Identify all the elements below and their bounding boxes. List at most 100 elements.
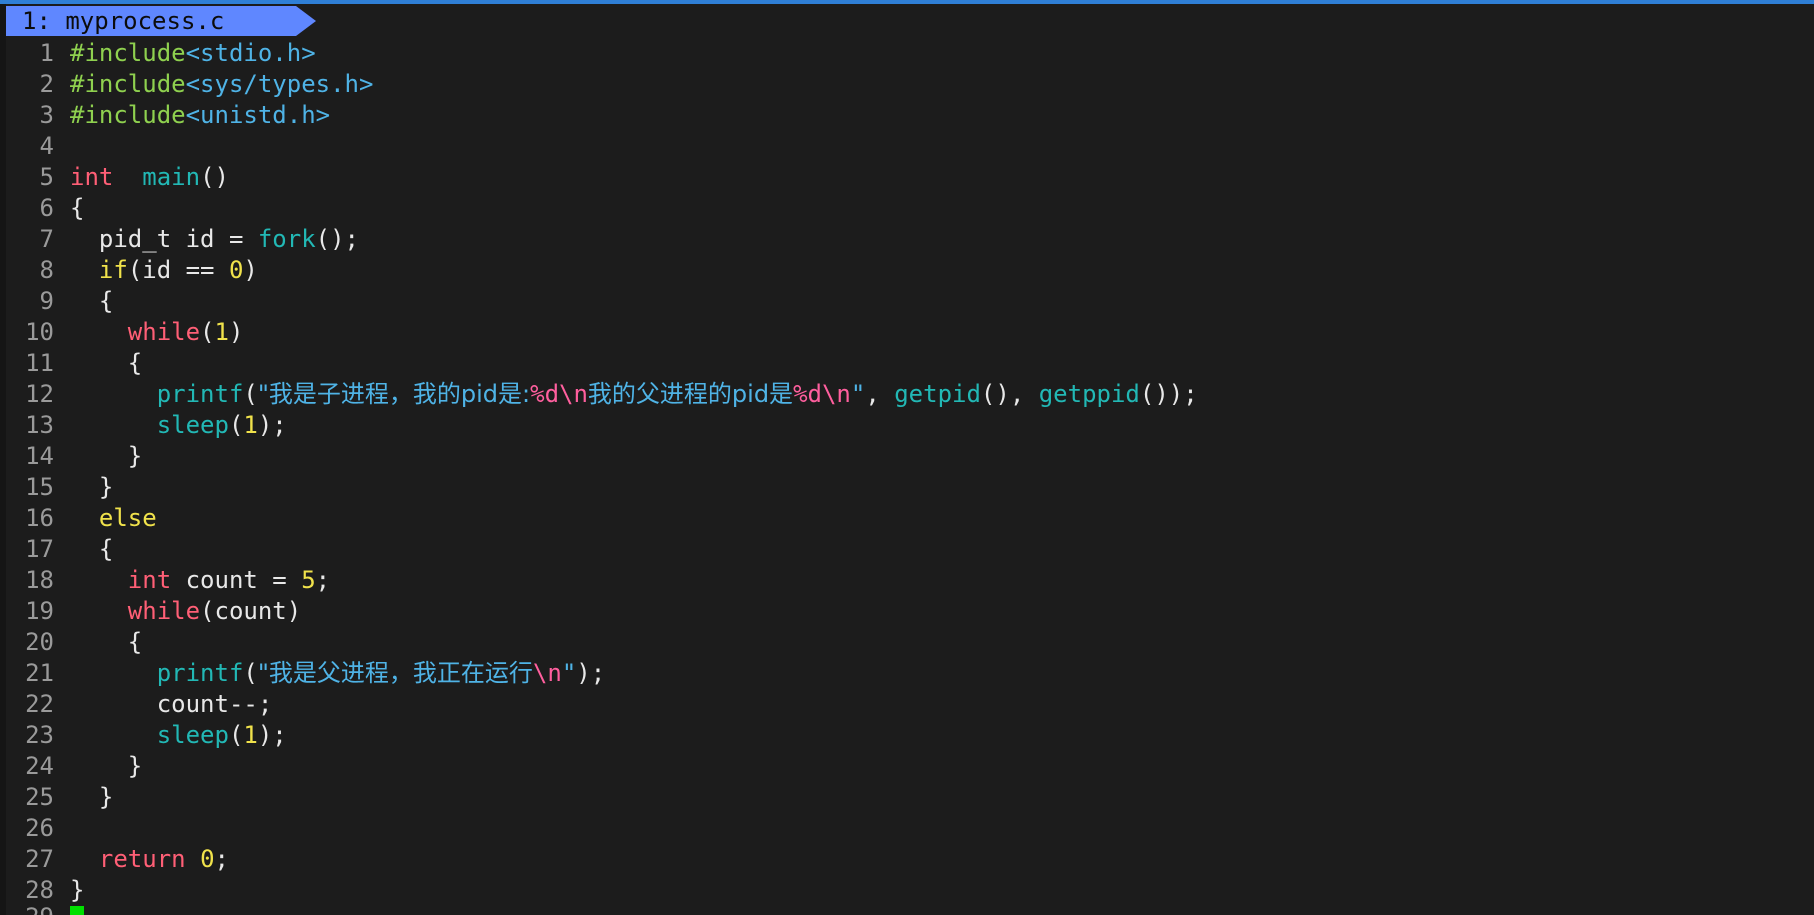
code-line[interactable]: 18 int count = 5; [6, 565, 1814, 596]
line-number: 15 [25, 473, 54, 501]
line-number: 13 [25, 411, 54, 439]
code-line[interactable]: 6{ [6, 193, 1814, 224]
code-token: } [70, 783, 114, 811]
code-line[interactable]: 26 [6, 813, 1814, 844]
code-text: } [70, 473, 113, 501]
code-line[interactable]: 14 } [6, 441, 1814, 472]
code-line[interactable]: 19 while(count) [6, 596, 1814, 627]
line-number: 11 [25, 349, 54, 377]
code-text: sleep(1); [70, 721, 287, 749]
code-token: 1 [243, 721, 258, 749]
code-token: #include [70, 39, 186, 67]
code-line[interactable]: 27 return 0; [6, 844, 1814, 875]
code-token: count = [171, 566, 302, 594]
line-number: 29 [6, 906, 70, 915]
code-text: printf("我是父进程，我正在运行\n"); [70, 659, 605, 687]
code-text: sleep(1); [70, 411, 287, 439]
code-line[interactable]: 15 } [6, 472, 1814, 503]
code-token: "我是父进程，我正在运行 [257, 659, 533, 687]
code-token: else [98, 504, 157, 532]
code-line[interactable]: 25 } [6, 782, 1814, 813]
line-number: 22 [25, 690, 54, 718]
code-text: return 0; [70, 845, 229, 873]
code-token: (count) [200, 597, 302, 625]
code-text: } [70, 442, 142, 470]
code-line[interactable]: 2 #include<sys/types.h> [6, 69, 1814, 100]
buffer-tab[interactable]: 1: myprocess.c [6, 6, 296, 36]
code-line[interactable]: 5 int main() [6, 162, 1814, 193]
code-editor[interactable]: 1 #include<stdio.h> 2 #include<sys/types.h>… [6, 38, 1814, 915]
line-number: 14 [25, 442, 54, 470]
window-top-border [0, 0, 1814, 4]
code-token: #include [70, 101, 186, 129]
code-token: ( [200, 318, 215, 346]
code-token: sleep [156, 721, 229, 749]
code-line[interactable]: 23 sleep(1); [6, 720, 1814, 751]
code-text: } [70, 752, 142, 780]
code-line[interactable]: 13 sleep(1); [6, 410, 1814, 441]
code-line[interactable]: 8 if(id == 0) [6, 255, 1814, 286]
line-number: 12 [25, 380, 54, 408]
code-text: pid_t id = fork(); [70, 225, 359, 253]
tab-arrow-icon [296, 6, 316, 36]
code-token: ; [315, 566, 331, 594]
code-token: , [865, 380, 895, 408]
code-token: { [70, 287, 114, 315]
code-line[interactable]: 1 #include<stdio.h> [6, 38, 1814, 69]
text-cursor [70, 906, 84, 915]
code-line[interactable]: 28} [6, 875, 1814, 906]
code-line[interactable]: 7 pid_t id = fork(); [6, 224, 1814, 255]
code-line[interactable]: 10 while(1) [6, 317, 1814, 348]
code-text: { [70, 287, 113, 315]
code-token: int [70, 163, 114, 191]
code-line[interactable]: 17 { [6, 534, 1814, 565]
code-line[interactable]: 3 #include<unistd.h> [6, 100, 1814, 131]
code-token: sleep [156, 411, 229, 439]
code-token: } [70, 473, 114, 501]
code-line[interactable]: 24 } [6, 751, 1814, 782]
line-number: 19 [25, 597, 54, 625]
code-token: { [70, 628, 143, 656]
code-token: ) [243, 256, 258, 284]
code-token: ) [228, 318, 244, 346]
code-line[interactable]: 9 { [6, 286, 1814, 317]
code-token: <sys/types.h> [185, 70, 374, 98]
code-token: 0 [228, 256, 244, 284]
code-line[interactable]: 12 printf("我是子进程，我的pid是:%d\n我的父进程的pid是%d… [6, 379, 1814, 410]
code-line[interactable]: 20 { [6, 627, 1814, 658]
code-text: } [70, 783, 113, 811]
code-token: 5 [301, 566, 316, 594]
code-text: else [70, 504, 157, 532]
code-token: (), [980, 380, 1039, 408]
code-line[interactable]: 22 count--; [6, 689, 1814, 720]
code-line[interactable]: 16 else [6, 503, 1814, 534]
code-text: while(1) [70, 318, 244, 346]
code-line[interactable]: 11 { [6, 348, 1814, 379]
code-text: int main() [70, 163, 229, 191]
code-token: (); [315, 225, 359, 253]
code-token: ()); [1139, 380, 1198, 408]
code-token: } [70, 442, 143, 470]
line-number: 25 [25, 783, 54, 811]
code-token: ); [257, 721, 287, 749]
code-line[interactable]: 21 printf("我是父进程，我正在运行\n"); [6, 658, 1814, 689]
code-token: return [98, 845, 186, 873]
code-token: 0 [200, 845, 215, 873]
code-token: if [98, 256, 128, 284]
code-text: { [70, 349, 142, 377]
code-text: } [70, 876, 84, 904]
code-token: while [127, 318, 201, 346]
line-number: 28 [25, 876, 54, 904]
code-line[interactable]: 4 [6, 131, 1814, 162]
line-number: 21 [25, 659, 54, 687]
code-text: #include<unistd.h> [70, 101, 330, 129]
code-token: "我是子进程，我的pid是: [257, 380, 531, 408]
code-text: #include<stdio.h> [70, 39, 316, 67]
line-number: 1 [39, 39, 54, 67]
line-number: 9 [39, 287, 54, 315]
code-text: { [70, 535, 113, 563]
